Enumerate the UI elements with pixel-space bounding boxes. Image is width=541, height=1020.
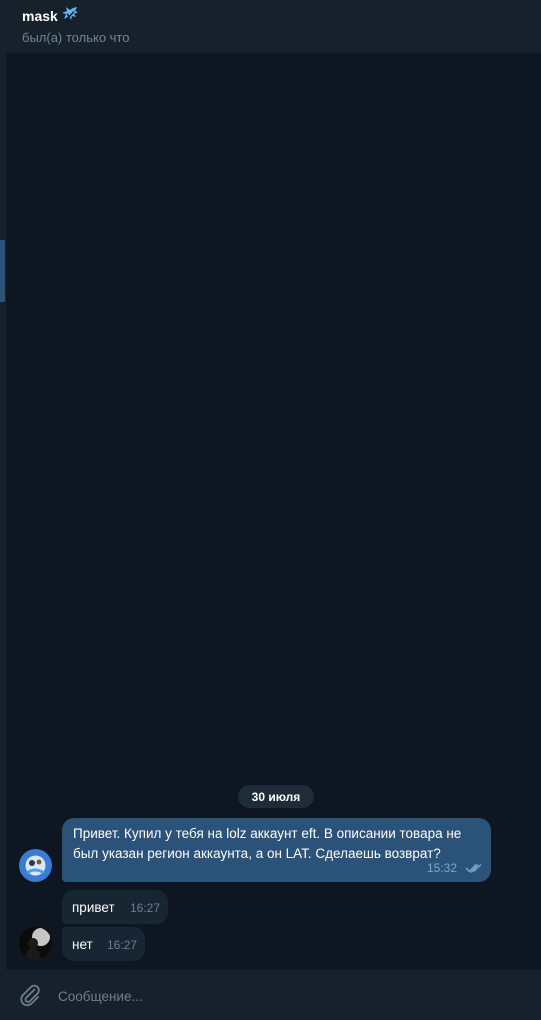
chat-status: был(а) только что [22, 30, 130, 45]
message-input[interactable] [56, 980, 530, 1012]
outgoing-message[interactable]: Привет. Купил у тебя на lolz аккаунт eft… [62, 818, 491, 882]
avatar[interactable] [19, 927, 52, 960]
paperclip-icon[interactable] [18, 983, 42, 1007]
active-chat-indicator [0, 240, 5, 302]
chat-window: mask был(а) только что 30 июля Привет. К… [0, 0, 541, 1020]
message-text: привет [72, 900, 115, 915]
message-text: нет [72, 937, 93, 952]
message-time: 15:32 [426, 861, 457, 875]
incoming-message[interactable]: нет 16:27 [62, 927, 145, 961]
left-edge-strip [0, 0, 6, 1020]
message-meta: 15:32 [427, 858, 483, 878]
avatar-image-icon [19, 849, 52, 882]
message-text: Привет. Купил у тебя на lolz аккаунт eft… [73, 826, 462, 861]
message-composer [6, 969, 541, 1020]
chat-title-row: mask [22, 7, 80, 25]
message-time: 16:27 [129, 901, 160, 915]
chat-header[interactable]: mask был(а) только что [6, 0, 541, 54]
avatar[interactable] [19, 849, 52, 882]
verified-badge-icon [61, 7, 78, 20]
chat-title[interactable]: mask [22, 7, 58, 25]
date-separator[interactable]: 30 июля [238, 785, 314, 808]
message-time: 16:27 [106, 938, 137, 952]
double-check-icon [465, 863, 482, 874]
avatar-image-icon [19, 927, 52, 960]
incoming-message[interactable]: привет 16:27 [62, 890, 168, 924]
